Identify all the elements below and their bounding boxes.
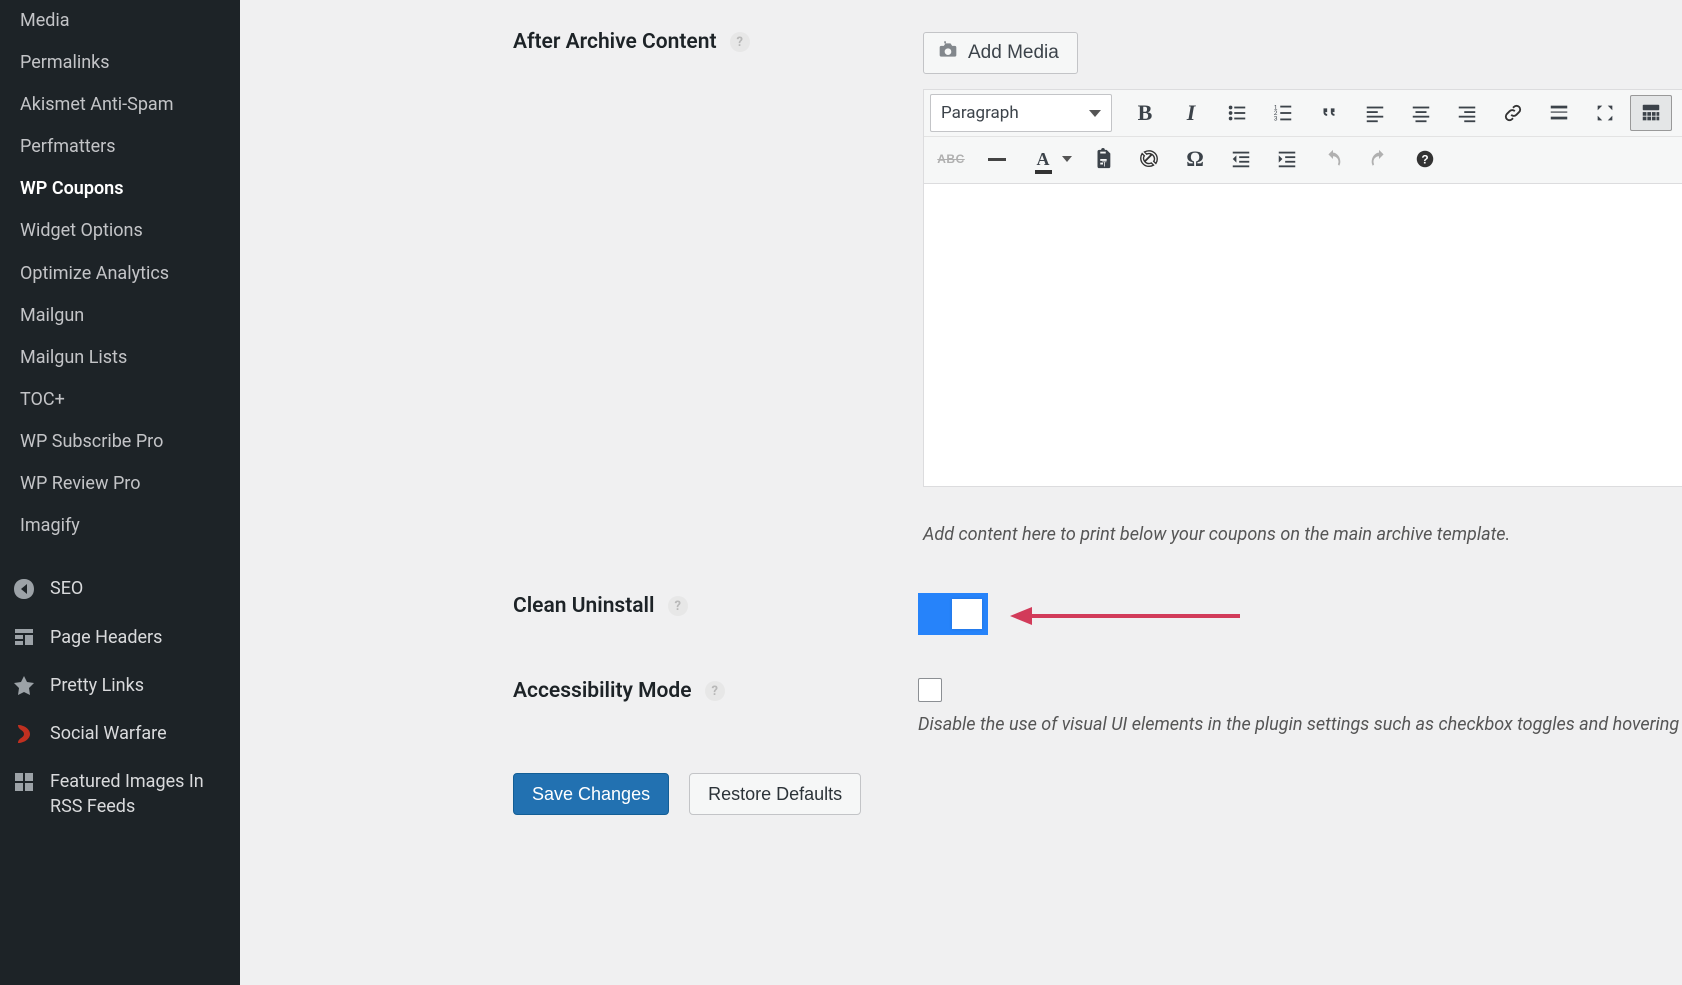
help-icon[interactable]: ?	[730, 32, 750, 52]
bold-button[interactable]: B	[1124, 95, 1166, 131]
help-icon[interactable]: ?	[705, 681, 725, 701]
accessibility-mode-checkbox[interactable]	[918, 678, 942, 702]
pretty-links-icon	[12, 674, 36, 698]
clear-formatting-button[interactable]	[1128, 141, 1170, 177]
sidebar-item-label: Social Warfare	[50, 722, 226, 746]
svg-text:?: ?	[1421, 153, 1428, 167]
seo-icon	[12, 577, 36, 601]
accessibility-mode-description: Disable the use of visual UI elements in…	[918, 714, 1682, 735]
format-select[interactable]: Paragraph	[930, 94, 1112, 132]
camera-icon	[938, 40, 958, 66]
bulleted-list-button[interactable]	[1216, 95, 1258, 131]
add-media-button[interactable]: Add Media	[923, 32, 1078, 74]
sidebar-item-wp-subscribe-pro[interactable]: WP Subscribe Pro	[0, 421, 240, 463]
text-color-button[interactable]: A	[1022, 141, 1064, 177]
sidebar-item-wp-coupons[interactable]: WP Coupons	[0, 168, 240, 210]
align-center-button[interactable]	[1400, 95, 1442, 131]
chevron-down-icon	[1089, 110, 1101, 117]
sidebar-item-media[interactable]: Media	[0, 0, 240, 42]
sidebar-item-akismet[interactable]: Akismet Anti-Spam	[0, 84, 240, 126]
special-character-button[interactable]: Ω	[1174, 141, 1216, 177]
sidebar-item-permalinks[interactable]: Permalinks	[0, 42, 240, 84]
align-right-button[interactable]	[1446, 95, 1488, 131]
sidebar-item-perfmatters[interactable]: Perfmatters	[0, 126, 240, 168]
sidebar-item-imagify[interactable]: Imagify	[0, 505, 240, 547]
sidebar-item-wp-review-pro[interactable]: WP Review Pro	[0, 463, 240, 505]
clean-uninstall-toggle[interactable]	[918, 593, 988, 635]
editor-toolbar-row-1: Paragraph B I 123	[924, 90, 1682, 137]
annotation-arrow-icon	[1010, 605, 1240, 627]
italic-button[interactable]: I	[1170, 95, 1212, 131]
page-headers-icon	[12, 626, 36, 650]
numbered-list-button[interactable]: 123	[1262, 95, 1304, 131]
strikethrough-button[interactable]: ABC	[930, 141, 972, 177]
sidebar-item-mailgun-lists[interactable]: Mailgun Lists	[0, 337, 240, 379]
editor-toolbar-row-2: ABC A T Ω ?	[924, 137, 1682, 184]
sidebar-sub-list: Media Permalinks Akismet Anti-Spam Perfm…	[0, 0, 240, 565]
settings-page: After Archive Content ? Add Media Paragr…	[240, 0, 1682, 985]
sidebar-item-social-warfare[interactable]: Social Warfare	[0, 710, 240, 758]
sidebar-item-widget-options[interactable]: Widget Options	[0, 210, 240, 252]
save-changes-button[interactable]: Save Changes	[513, 773, 669, 815]
sidebar-item-label: Featured Images In RSS Feeds	[50, 770, 226, 819]
chevron-down-icon[interactable]	[1062, 156, 1072, 162]
sidebar-item-seo[interactable]: SEO	[0, 565, 240, 613]
svg-text:T: T	[1102, 159, 1107, 168]
social-warfare-icon	[12, 722, 36, 746]
add-media-label: Add Media	[968, 42, 1059, 64]
field-label-accessibility-mode: Accessibility Mode ?	[513, 679, 725, 703]
blockquote-button[interactable]	[1308, 95, 1350, 131]
sidebar-item-mailgun[interactable]: Mailgun	[0, 295, 240, 337]
fullscreen-button[interactable]	[1584, 95, 1626, 131]
redo-button[interactable]	[1358, 141, 1400, 177]
keyboard-shortcuts-button[interactable]: ?	[1404, 141, 1446, 177]
undo-button[interactable]	[1312, 141, 1354, 177]
read-more-button[interactable]	[1538, 95, 1580, 131]
sidebar-item-page-headers[interactable]: Page Headers	[0, 614, 240, 662]
sidebar-item-toc[interactable]: TOC+	[0, 379, 240, 421]
sidebar-item-optimize-analytics[interactable]: Optimize Analytics	[0, 253, 240, 295]
after-archive-content-hint: Add content here to print below your cou…	[923, 524, 1510, 545]
svg-text:3: 3	[1274, 115, 1278, 122]
link-button[interactable]	[1492, 95, 1534, 131]
sidebar-item-label: Page Headers	[50, 626, 226, 650]
align-left-button[interactable]	[1354, 95, 1396, 131]
admin-sidebar: Media Permalinks Akismet Anti-Spam Perfm…	[0, 0, 240, 985]
toggle-knob	[952, 599, 982, 629]
editor-content-area[interactable]	[924, 184, 1682, 486]
toolbar-toggle-button[interactable]	[1630, 95, 1672, 131]
horizontal-rule-button[interactable]	[976, 141, 1018, 177]
wysiwyg-editor: Paragraph B I 123 ABC A T Ω	[923, 89, 1682, 487]
field-label-after-archive-content: After Archive Content ?	[513, 30, 750, 54]
sidebar-item-pretty-links[interactable]: Pretty Links	[0, 662, 240, 710]
outdent-button[interactable]	[1220, 141, 1262, 177]
sidebar-item-label: SEO	[50, 577, 226, 601]
field-label-clean-uninstall: Clean Uninstall ?	[513, 594, 688, 618]
sidebar-item-featured-images-rss[interactable]: Featured Images In RSS Feeds	[0, 758, 240, 831]
paste-text-button[interactable]: T	[1082, 141, 1124, 177]
featured-images-icon	[12, 770, 36, 794]
indent-button[interactable]	[1266, 141, 1308, 177]
restore-defaults-button[interactable]: Restore Defaults	[689, 773, 861, 815]
form-actions: Save Changes Restore Defaults	[513, 773, 861, 815]
sidebar-item-label: Pretty Links	[50, 674, 226, 698]
help-icon[interactable]: ?	[668, 596, 688, 616]
